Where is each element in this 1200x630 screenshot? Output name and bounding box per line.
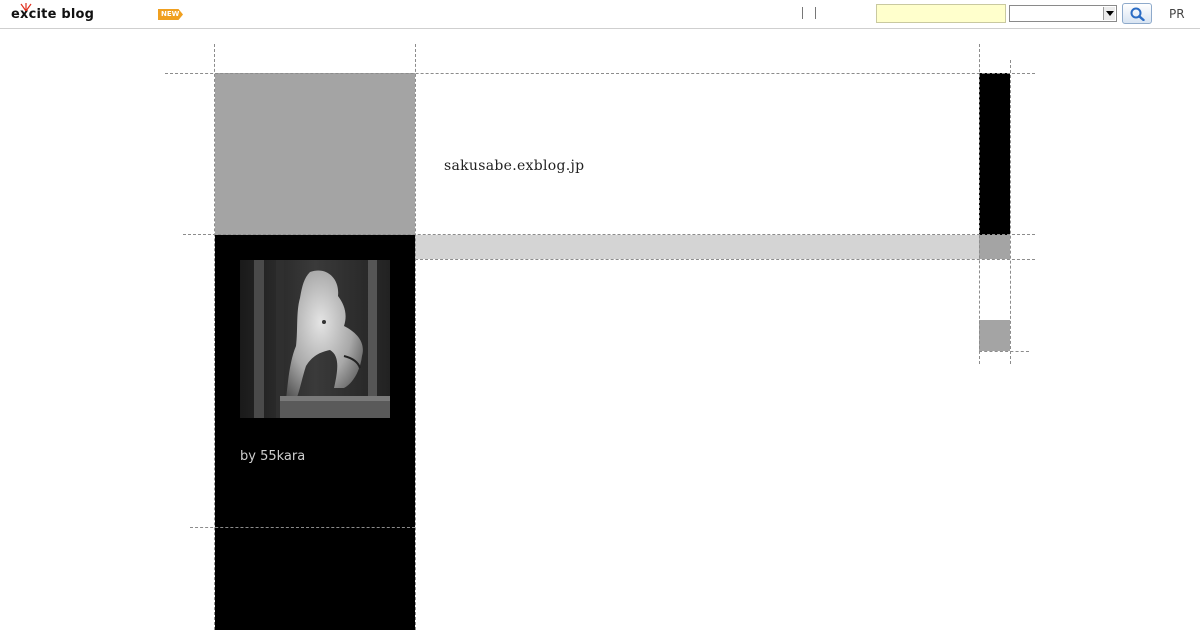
- chevron-down-icon[interactable]: [1103, 7, 1115, 20]
- toolbar-separator: [815, 7, 816, 19]
- guide-line: [183, 234, 1035, 235]
- new-badge[interactable]: NEW: [158, 9, 183, 20]
- search-scope-select[interactable]: [1009, 5, 1117, 22]
- excite-toolbar: excite blog NEW PR: [0, 0, 1200, 29]
- guide-line: [979, 351, 1029, 352]
- author-name: by 55kara: [240, 449, 306, 464]
- guide-line: [165, 73, 1035, 74]
- header-band-end: [979, 235, 1010, 259]
- profile-photo[interactable]: [240, 260, 390, 418]
- toolbar-separator: [802, 7, 803, 19]
- excite-blog-logo[interactable]: excite blog: [11, 3, 106, 27]
- guide-line: [979, 44, 980, 364]
- statue-image: [240, 260, 390, 418]
- header-gray-block: [215, 73, 415, 235]
- header-band: [415, 235, 979, 259]
- guide-line: [415, 44, 416, 630]
- search-input[interactable]: [876, 4, 1006, 23]
- logo-spark-icon: [20, 3, 32, 11]
- side-gray-square: [979, 320, 1010, 351]
- blog-title-link[interactable]: sakusabe.exblog.jp: [444, 158, 584, 174]
- guide-line: [214, 44, 215, 630]
- search-button[interactable]: [1122, 3, 1152, 24]
- magnifier-icon: [1130, 7, 1145, 21]
- guide-line: [190, 527, 415, 528]
- header-right-black-block: [979, 73, 1010, 235]
- pr-link[interactable]: PR: [1169, 7, 1185, 21]
- guide-line: [1010, 60, 1011, 364]
- guide-line: [415, 259, 1035, 260]
